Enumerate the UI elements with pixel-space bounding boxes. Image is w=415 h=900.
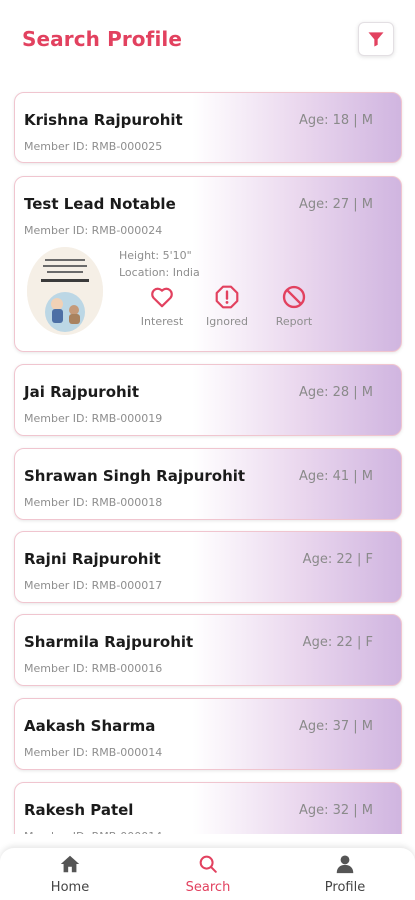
ban-icon: [282, 285, 306, 309]
home-icon: [60, 855, 80, 873]
nav-profile[interactable]: Profile: [295, 853, 395, 899]
profile-name: Aakash Sharma: [24, 717, 156, 735]
profile-card[interactable]: Rajni Rajpurohit Age: 22 | F Member ID: …: [14, 531, 402, 603]
profile-age: Age: 18 | M: [298, 113, 373, 128]
profile-age: Age: 22 | F: [302, 552, 373, 567]
profile-member-id: Member ID: RMB-000019: [24, 412, 163, 425]
profile-card-expanded[interactable]: Test Lead Notable Age: 27 | M Member ID:…: [14, 176, 402, 352]
profile-age: Age: 22 | F: [302, 635, 373, 650]
profile-card[interactable]: Krishna Rajpurohit Age: 18 | M Member ID…: [14, 92, 402, 163]
profile-location: Location: India: [119, 266, 200, 279]
nav-search-label: Search: [185, 880, 231, 895]
report-button[interactable]: Report: [263, 284, 325, 332]
nav-search[interactable]: Search: [158, 853, 258, 899]
profile-name: Shrawan Singh Rajpurohit: [24, 467, 246, 485]
profile-card[interactable]: Aakash Sharma Age: 37 | M Member ID: RMB…: [14, 698, 402, 770]
profile-age: Age: 28 | M: [298, 385, 373, 400]
profile-photo-image: [27, 247, 103, 335]
bottom-navigation: Home Search Profile: [0, 848, 415, 900]
report-label: Report: [275, 315, 313, 328]
search-icon: [199, 855, 217, 873]
alert-octagon-icon: [215, 285, 239, 309]
profile-name: Sharmila Rajpurohit: [24, 633, 194, 651]
profile-actions: Interest Ignored Report: [125, 284, 325, 332]
page-title: Search Profile: [22, 27, 183, 51]
heart-icon: [151, 287, 173, 308]
profile-name: Krishna Rajpurohit: [24, 111, 183, 129]
profile-card[interactable]: Rakesh Patel Age: 32 | M Member ID: RMB-…: [14, 782, 402, 834]
profile-age: Age: 37 | M: [298, 719, 373, 734]
profile-name: Rajni Rajpurohit: [24, 550, 161, 568]
profile-age: Age: 27 | M: [298, 197, 373, 212]
interest-button[interactable]: Interest: [131, 284, 193, 332]
filter-icon: [368, 32, 384, 47]
profile-member-id: Member ID: RMB-000018: [24, 496, 163, 509]
profile-member-id: Member ID: RMB-000014: [24, 746, 163, 759]
profile-member-id: Member ID: RMB-000025: [24, 140, 163, 153]
profile-member-id: Member ID: RMB-000017: [24, 579, 163, 592]
profile-age: Age: 41 | M: [298, 469, 373, 484]
profile-member-id: Member ID: RMB-000024: [24, 224, 163, 237]
header: Search Profile: [0, 0, 415, 82]
user-icon: [336, 855, 354, 874]
profile-age: Age: 32 | M: [298, 803, 373, 818]
ignored-button[interactable]: Ignored: [196, 284, 258, 332]
profile-name: Jai Rajpurohit: [24, 383, 139, 401]
profile-list[interactable]: Krishna Rajpurohit Age: 18 | M Member ID…: [0, 82, 415, 834]
profile-photo[interactable]: [27, 247, 103, 335]
app-screen: Search Profile Krishna Rajpurohit Age: 1…: [0, 0, 415, 900]
nav-home-label: Home: [50, 880, 90, 895]
profile-card[interactable]: Sharmila Rajpurohit Age: 22 | F Member I…: [14, 614, 402, 686]
interest-label: Interest: [140, 315, 184, 328]
profile-name: Rakesh Patel: [24, 801, 134, 819]
profile-height: Height: 5'10": [119, 249, 192, 262]
profile-member-id: Member ID: RMB-000014: [24, 830, 162, 834]
nav-home[interactable]: Home: [20, 853, 120, 899]
profile-name: Test Lead Notable: [24, 195, 176, 213]
nav-profile-label: Profile: [324, 880, 366, 895]
filter-button[interactable]: [358, 22, 394, 56]
profile-card[interactable]: Jai Rajpurohit Age: 28 | M Member ID: RM…: [14, 364, 402, 436]
profile-card[interactable]: Shrawan Singh Rajpurohit Age: 41 | M Mem…: [14, 448, 402, 520]
ignored-label: Ignored: [206, 315, 248, 328]
profile-member-id: Member ID: RMB-000016: [24, 662, 163, 675]
